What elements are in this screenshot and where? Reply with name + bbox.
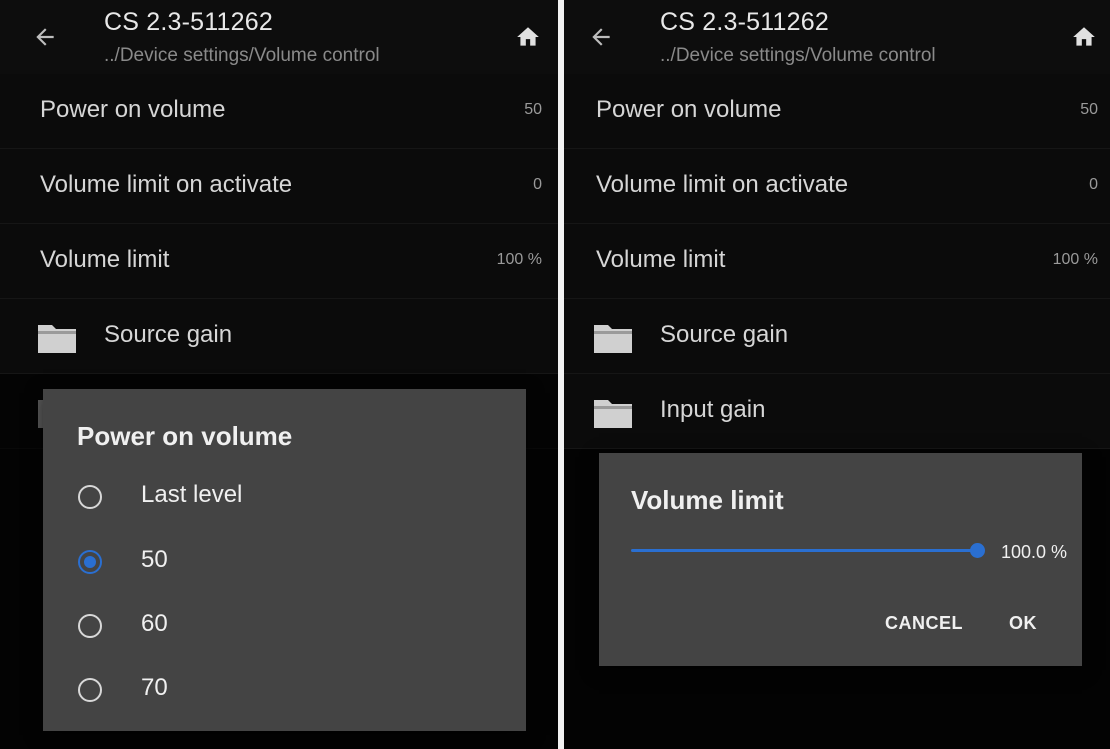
home-icon[interactable]: [514, 24, 542, 50]
setting-row-volume-limit[interactable]: Volume limit 100 %: [564, 224, 1110, 299]
folder-row-input-gain[interactable]: Input gain: [564, 374, 1110, 449]
dialog-title: Volume limit: [631, 485, 784, 515]
setting-value: 50: [524, 101, 542, 118]
setting-value: 100 %: [1052, 251, 1098, 268]
setting-label: Volume limit: [40, 246, 170, 273]
folder-icon: [594, 325, 632, 353]
home-icon[interactable]: [1070, 24, 1098, 50]
radio-option-last-level[interactable]: Last level: [43, 465, 526, 529]
volume-limit-dialog: Volume limit 100.0 % CANCEL OK: [599, 453, 1082, 666]
setting-label: Power on volume: [596, 96, 782, 123]
ok-button[interactable]: OK: [1009, 613, 1037, 634]
folder-row-source-gain[interactable]: Source gain: [0, 299, 558, 374]
app-bar: CS 2.3-511262 ../Device settings/Volume …: [0, 0, 558, 74]
setting-row-volume-limit[interactable]: Volume limit 100 %: [0, 224, 558, 299]
radio-label: 50: [141, 546, 168, 573]
setting-row-power-on-volume[interactable]: Power on volume 50: [0, 74, 558, 149]
radio-unchecked-icon[interactable]: [77, 484, 103, 510]
setting-value: 100 %: [496, 251, 542, 268]
folder-label: Source gain: [104, 321, 233, 348]
folder-icon: [594, 400, 632, 428]
setting-row-volume-limit-on-activate[interactable]: Volume limit on activate 0: [0, 149, 558, 224]
back-arrow-icon[interactable]: [588, 24, 614, 50]
radio-option-60[interactable]: 60: [43, 594, 526, 658]
page-title: CS 2.3-511262: [660, 8, 829, 36]
setting-label: Power on volume: [40, 96, 226, 123]
radio-unchecked-icon[interactable]: [77, 677, 103, 703]
back-arrow-icon[interactable]: [32, 24, 58, 50]
radio-option-70[interactable]: 70: [43, 658, 526, 722]
radio-checked-icon[interactable]: [77, 549, 103, 575]
left-screen: CS 2.3-511262 ../Device settings/Volume …: [0, 0, 558, 749]
folder-label: Source gain: [660, 321, 789, 348]
setting-value: 50: [1080, 101, 1098, 118]
setting-value: 0: [533, 176, 542, 193]
setting-label: Volume limit on activate: [596, 171, 849, 198]
setting-label: Volume limit: [596, 246, 726, 273]
folder-label: Input gain: [660, 396, 766, 423]
power-on-volume-dialog: Power on volume Last level 50 60 70: [43, 389, 526, 731]
radio-label: Last level: [141, 481, 243, 508]
volume-slider-thumb[interactable]: [969, 543, 985, 558]
right-screen: CS 2.3-511262 ../Device settings/Volume …: [564, 0, 1110, 749]
setting-row-volume-limit-on-activate[interactable]: Volume limit on activate 0: [564, 149, 1110, 224]
dialog-title: Power on volume: [77, 421, 293, 451]
radio-label: 70: [141, 674, 168, 701]
folder-icon: [38, 325, 76, 353]
volume-slider-track[interactable]: [631, 549, 977, 552]
app-bar: CS 2.3-511262 ../Device settings/Volume …: [564, 0, 1110, 74]
folder-row-source-gain[interactable]: Source gain: [564, 299, 1110, 374]
setting-value: 0: [1089, 176, 1098, 193]
cancel-button[interactable]: CANCEL: [885, 613, 963, 634]
radio-unchecked-icon[interactable]: [77, 613, 103, 639]
setting-row-power-on-volume[interactable]: Power on volume 50: [564, 74, 1110, 149]
setting-label: Volume limit on activate: [40, 171, 293, 198]
radio-option-50[interactable]: 50: [43, 530, 526, 594]
slider-value-label: 100.0 %: [1001, 542, 1068, 562]
breadcrumb: ../Device settings/Volume control: [104, 45, 380, 66]
page-title: CS 2.3-511262: [104, 8, 273, 36]
radio-label: 60: [141, 610, 168, 637]
breadcrumb: ../Device settings/Volume control: [660, 45, 936, 66]
